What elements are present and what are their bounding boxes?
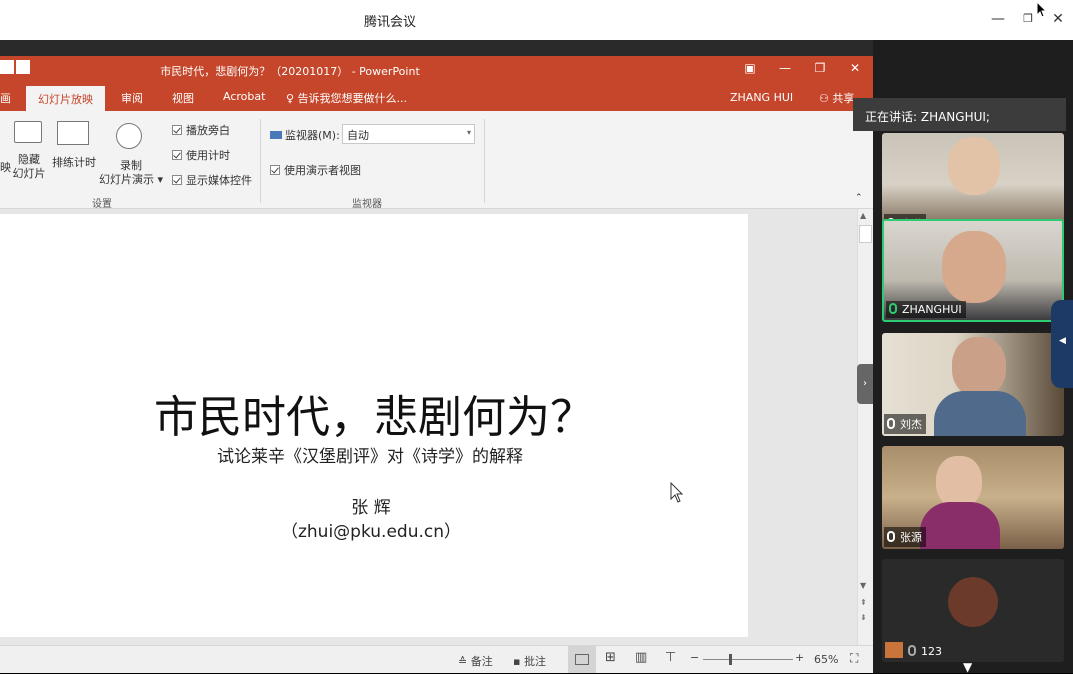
fit-to-window-icon[interactable]: ⛶ bbox=[850, 651, 858, 666]
ppt-document-title: 市民时代，悲剧何为？（20201017） - PowerPoint bbox=[160, 65, 420, 78]
zoom-slider-thumb[interactable] bbox=[729, 654, 732, 665]
hide-slide-icon[interactable] bbox=[14, 121, 42, 143]
group-label-monitors: 监视器 bbox=[352, 199, 382, 210]
tell-me-text: 告诉我您想要做什么... bbox=[297, 92, 408, 105]
slide-editor: 市民时代，悲剧何为？ 试论莱辛《汉堡剧评》对《诗学》的解释 张 辉 （zhui@… bbox=[0, 209, 873, 645]
participant-name: 张源 bbox=[884, 527, 926, 547]
reading-view-icon[interactable]: ▥ bbox=[635, 650, 647, 665]
ribbon-panel: 映 隐藏 幻灯片 排练计时 录制 幻灯片演示 ▾ 播放旁白 使用计时 显示媒体控件 … bbox=[0, 111, 873, 210]
record-icon[interactable] bbox=[116, 123, 142, 149]
scroll-thumb[interactable] bbox=[859, 225, 872, 243]
next-slide-icon[interactable]: ⇟ bbox=[860, 613, 867, 622]
restore-button[interactable]: ❐ bbox=[1018, 9, 1038, 29]
tab-acrobat[interactable]: Acrobat bbox=[223, 90, 265, 103]
ribbon-display-icon[interactable]: ▣ bbox=[741, 61, 759, 75]
ppt-restore-button[interactable]: ❐ bbox=[811, 61, 829, 75]
mic-muted-icon bbox=[908, 645, 916, 656]
rehearse-timings-button[interactable]: 排练计时 bbox=[49, 154, 99, 170]
monitor-dropdown[interactable]: 自动 bbox=[342, 124, 475, 144]
ppt-close-button[interactable]: ✕ bbox=[846, 61, 864, 75]
participant-name: 刘杰 bbox=[884, 414, 926, 434]
tell-me-search[interactable]: ♀ 告诉我您想要做什么... bbox=[286, 90, 407, 106]
slide-author: 张 辉 bbox=[351, 498, 391, 518]
speaking-indicator: 正在讲话: ZHANGHUI; bbox=[853, 98, 1066, 131]
zoom-in-button[interactable]: + bbox=[795, 651, 804, 664]
slideshow-view-icon[interactable]: ⊤ bbox=[665, 650, 676, 665]
tab-review[interactable]: 审阅 bbox=[121, 90, 143, 106]
collapse-panel-button[interactable]: › bbox=[857, 364, 873, 404]
mic-icon bbox=[887, 531, 895, 542]
meeting-titlebar: 腾讯会议 — ❐ ✕ bbox=[0, 0, 1073, 40]
slide-canvas[interactable]: 市民时代，悲剧何为？ 试论莱辛《汉堡剧评》对《诗学》的解释 张 辉 （zhui@… bbox=[0, 214, 748, 637]
checkbox-play-narrations[interactable]: 播放旁白 bbox=[172, 122, 230, 138]
slide-email: （zhui@pku.edu.cn） bbox=[280, 522, 462, 542]
participant-video bbox=[920, 502, 1000, 549]
meeting-window-title: 腾讯会议 bbox=[363, 15, 416, 30]
zoom-out-button[interactable]: − bbox=[690, 651, 699, 664]
ppt-minimize-button[interactable]: — bbox=[776, 61, 794, 75]
monitor-icon bbox=[270, 131, 282, 139]
slide-title: 市民时代，悲剧何为？ bbox=[154, 392, 594, 443]
scroll-up-arrow[interactable]: ▲ bbox=[860, 211, 866, 220]
rehearse-timings-icon[interactable] bbox=[57, 121, 89, 145]
participant-video bbox=[934, 391, 1026, 436]
tab-partial[interactable]: 画 bbox=[0, 90, 11, 106]
mic-icon bbox=[887, 418, 895, 429]
close-button[interactable]: ✕ bbox=[1048, 9, 1068, 29]
participant-name: ZHANGHUI bbox=[886, 301, 966, 318]
ribbon-tabs: 画 幻灯片放映 审阅 视图 Acrobat ♀ 告诉我您想要做什么... ZHA… bbox=[0, 84, 873, 111]
mic-active-icon bbox=[889, 303, 897, 314]
user-avatar-icon bbox=[885, 642, 903, 658]
participant-video bbox=[952, 337, 1006, 397]
participant-video bbox=[942, 231, 1006, 303]
participant-tile[interactable]: 刘杰 bbox=[882, 333, 1064, 436]
group-label-setup: 设置 bbox=[92, 199, 112, 210]
user-name[interactable]: ZHANG HUI bbox=[730, 91, 793, 104]
notes-icon: ≙ bbox=[458, 655, 468, 668]
expand-side-toolbar-button[interactable] bbox=[1051, 300, 1073, 388]
share-label: 共享 bbox=[832, 92, 855, 105]
minimize-button[interactable]: — bbox=[988, 9, 1008, 29]
ribbon-divider bbox=[260, 119, 261, 203]
collapse-ribbon-icon[interactable]: ⌃ bbox=[855, 193, 863, 203]
tab-slideshow[interactable]: 幻灯片放映 bbox=[26, 86, 105, 111]
status-bar: ≙ 备注 ▪ 批注 ⊞ ▥ ⊤ − + 65% ⛶ bbox=[0, 645, 873, 673]
comments-button[interactable]: ▪ 批注 bbox=[513, 653, 546, 669]
monitor-label: 监视器(M): bbox=[270, 127, 340, 143]
checkbox-show-media-controls[interactable]: 显示媒体控件 bbox=[172, 172, 252, 188]
scroll-down-arrow[interactable]: ▼ bbox=[860, 581, 866, 590]
normal-view-icon bbox=[575, 654, 589, 665]
tencent-meeting-window: 腾讯会议 — ❐ ✕ 市民时代，悲剧何为？（20201017） - PowerP… bbox=[0, 0, 1073, 674]
scroll-down-icon[interactable]: ▼ bbox=[963, 660, 972, 674]
ppt-titlebar: 市民时代，悲剧何为？（20201017） - PowerPoint ▣ — ❐ … bbox=[0, 56, 873, 84]
zoom-slider[interactable] bbox=[703, 659, 793, 660]
share-screen-border bbox=[0, 40, 873, 56]
participant-tile[interactable]: 张源 bbox=[882, 446, 1064, 549]
hide-slide-button[interactable]: 隐藏 幻灯片 bbox=[10, 153, 48, 181]
participant-video bbox=[936, 456, 982, 508]
ribbon-divider bbox=[484, 119, 485, 203]
participant-tile[interactable]: 123 bbox=[882, 559, 1064, 662]
notes-button[interactable]: ≙ 备注 bbox=[458, 653, 493, 669]
checkbox-presenter-view[interactable]: 使用演示者视图 bbox=[270, 162, 361, 178]
participant-video bbox=[948, 137, 1000, 195]
mouse-pointer-icon bbox=[670, 482, 684, 503]
zoom-level[interactable]: 65% bbox=[814, 653, 838, 666]
slide-subtitle: 试论莱辛《汉堡剧评》对《诗学》的解释 bbox=[217, 447, 523, 467]
checkbox-use-timings[interactable]: 使用计时 bbox=[172, 147, 230, 163]
vertical-scrollbar[interactable]: ▲ ▼ ⇞ ⇟ bbox=[857, 209, 873, 645]
mouse-pointer-icon bbox=[1036, 1, 1048, 18]
powerpoint-window: 市民时代，悲剧何为？（20201017） - PowerPoint ▣ — ❐ … bbox=[0, 56, 873, 673]
tab-view[interactable]: 视图 bbox=[172, 90, 194, 106]
participant-avatar bbox=[948, 577, 998, 627]
comment-icon: ▪ bbox=[513, 655, 521, 668]
person-icon: ⚇ bbox=[819, 92, 829, 105]
prev-slide-icon[interactable]: ⇞ bbox=[860, 598, 867, 607]
lightbulb-icon: ♀ bbox=[286, 92, 295, 105]
record-slideshow-button[interactable]: 录制 幻灯片演示 ▾ bbox=[96, 159, 166, 187]
participant-name: 123 bbox=[882, 640, 946, 660]
slide-sorter-icon[interactable]: ⊞ bbox=[605, 650, 616, 665]
participant-tile-active[interactable]: ZHANGHUI bbox=[882, 219, 1064, 322]
